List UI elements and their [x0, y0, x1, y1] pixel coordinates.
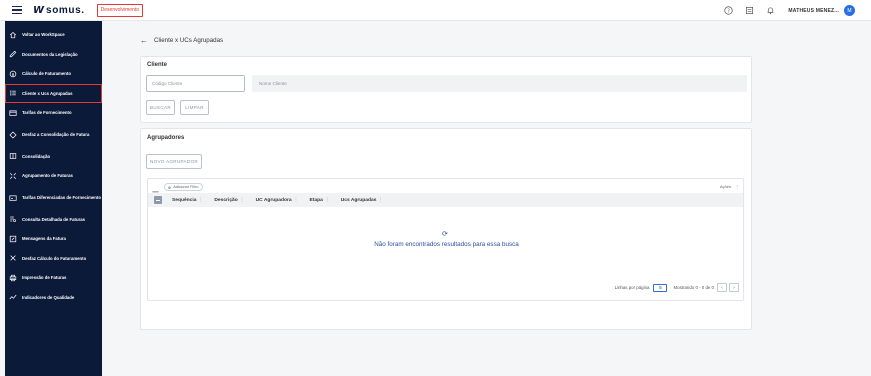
rows-per-page-label: Linhas por página — [614, 285, 650, 290]
sidebar-item-indicadores-qualidade[interactable]: Indicadores de Qualidade — [5, 288, 102, 308]
list-icon — [9, 89, 17, 97]
sidebar-item-consolidacao[interactable]: Consolidação — [5, 147, 102, 167]
sidebar-item-label: Impressão de Faturas — [22, 275, 67, 280]
top-bar: W somus. Desenvolvimento ? MATHEUS MENEZ… — [0, 0, 871, 21]
hamburger-menu-icon[interactable] — [12, 6, 22, 14]
rows-per-page-select[interactable]: 5 — [653, 283, 668, 292]
next-page-button[interactable]: › — [729, 283, 739, 292]
sidebar-item-voltar-workspace[interactable]: Voltar ao WorkSpace — [5, 25, 102, 45]
sidebar-item-label: Documentos da Legislação — [22, 51, 78, 57]
chevron-right-icon: › — [733, 284, 735, 291]
sidebar-item-documentos-legislacao[interactable]: Documentos da Legislação — [5, 45, 102, 65]
column-header-uc-agrupadora[interactable]: UC Agrupadora ⋮ — [256, 197, 299, 204]
sort-icon: ⋮ — [198, 198, 204, 203]
refresh-icon: ⟳ — [442, 231, 448, 238]
limpar-button[interactable]: LIMPAR — [180, 100, 209, 115]
book-icon — [9, 152, 17, 160]
chart-line-icon — [9, 293, 17, 301]
sidebar-item-cliente-ucs-agrupadas[interactable]: Cliente x Ucs Agrupadas — [5, 83, 102, 103]
page-title: Cliente x UCs Agrupadas — [154, 37, 224, 44]
sidebar-item-desfaz-consolidacao[interactable]: Desfaz a Consolidação de Fatura — [5, 123, 102, 147]
avatar[interactable]: M — [844, 5, 855, 16]
group-icon — [9, 172, 17, 180]
home-icon — [9, 31, 17, 39]
sidebar-item-label: Desfaz a Consolidação de Fatura — [22, 131, 90, 137]
nome-cliente-input[interactable]: Nome Cliente — [252, 75, 747, 92]
card-icon — [9, 109, 17, 117]
agrupadores-card-title: Agrupadores — [147, 135, 185, 141]
cancel-calc-icon — [9, 254, 17, 262]
sort-icon: ⋮ — [239, 198, 245, 203]
sidebar-item-calculo-faturamento[interactable]: $ Cálculo de Faturamento — [5, 64, 102, 84]
user-name[interactable]: MATHEUS MENEZ... — [788, 8, 839, 14]
logo: W somus. — [33, 5, 85, 16]
filter-icon[interactable] — [152, 184, 159, 197]
edit-document-icon — [9, 50, 17, 58]
acoes-label: Ações — [719, 184, 731, 189]
cliente-card: Cliente Código Cliente Nome Cliente BUSC… — [140, 56, 752, 123]
column-header-ucs-agrupadas[interactable]: Ucs Agrupadas ⋮ — [341, 197, 384, 204]
table-pagination: Linhas por página 5 Mostrando 0 - 0 de 0… — [615, 283, 739, 292]
sidebar-item-consulta-detalhada[interactable]: Consulta Detalhada de Faturas — [5, 210, 102, 230]
sidebar-item-desfaz-calculo[interactable]: Desfaz Cálculo do Faturamento — [5, 249, 102, 269]
sort-icon: ⋮ — [378, 198, 384, 203]
money-cycle-icon: $ — [9, 70, 17, 78]
message-edit-icon — [9, 235, 17, 243]
sidebar-item-label: Agrupamento de Faturas — [22, 173, 73, 178]
sidebar-item-label: Consolidação — [22, 153, 51, 159]
acoes-menu[interactable]: Ações ⋮ — [720, 184, 739, 189]
svg-text:?: ? — [727, 8, 730, 14]
sidebar-item-label: Mensagens da Fatura — [22, 236, 66, 241]
logo-mark-icon: W — [33, 4, 44, 16]
logo-text: somus. — [46, 4, 85, 16]
sidebar-item-tarifas-diferenciadas[interactable]: Tarifas Diferenciadas de Fornecimento — [5, 186, 102, 210]
sidebar-item-label: Indicadores de Qualidade — [22, 294, 75, 300]
novo-agrupador-button[interactable]: NOVO AGRUPADOR — [146, 154, 202, 169]
back-arrow-icon[interactable]: ← — [140, 36, 148, 45]
help-icon[interactable]: ? — [723, 6, 733, 16]
card-money-icon — [9, 194, 17, 202]
table-header: Sequência ⋮ Descrição ⋮ UC Agrupadora ⋮ Eta… — [148, 193, 743, 207]
svg-text:$: $ — [12, 72, 15, 76]
sidebar-item-label: Cálculo de Faturamento — [22, 71, 71, 76]
codigo-cliente-input[interactable]: Código Cliente — [146, 75, 245, 92]
sidebar-item-label: Tarifas Diferenciadas de Fornecimento — [22, 194, 101, 200]
empty-state-message: Não foram encontrados resultados para es… — [374, 241, 519, 248]
pagination-range: Mostrando 0 - 0 de 0 — [673, 285, 714, 290]
sidebar-item-label: Consulta Detalhada de Faturas — [22, 216, 86, 222]
sidebar-item-label: Cliente x Ucs Agrupadas — [22, 90, 73, 96]
column-header-descricao[interactable]: Descrição ⋮ — [214, 197, 245, 204]
agrupadores-card: Agrupadores NOVO AGRUPADOR ⊕ Adicionar F… — [140, 128, 752, 330]
sidebar-item-label: Voltar ao WorkSpace — [22, 32, 65, 37]
sort-icon: ⋮ — [293, 198, 299, 203]
add-circle-icon: ⊕ — [168, 185, 172, 190]
previous-page-button[interactable]: ‹ — [717, 283, 727, 292]
print-icon — [9, 274, 17, 282]
select-all-checkbox[interactable] — [154, 196, 162, 204]
cliente-card-title: Cliente — [147, 62, 168, 68]
agrupadores-table: ⊕ Adicionar Filtro Ações ⋮ Sequência ⋮ De… — [147, 178, 744, 301]
environment-badge: Desenvolvimento — [96, 3, 144, 17]
sidebar-item-mensagens-fatura[interactable]: Mensagens da Fatura — [5, 229, 102, 249]
sidebar-item-agrupamento-faturas[interactable]: Agrupamento de Faturas — [5, 166, 102, 186]
detail-list-icon — [9, 215, 17, 223]
buscar-button[interactable]: BUSCAR — [146, 100, 175, 115]
column-header-etapa[interactable]: Etapa ⋮ — [310, 197, 330, 204]
column-header-sequencia[interactable]: Sequência ⋮ — [172, 197, 204, 204]
kebab-menu-icon: ⋮ — [735, 184, 739, 189]
sidebar-item-tarifas-fornecimento[interactable]: Tarifas de Fornecimento — [5, 103, 102, 123]
sort-icon: ⋮ — [324, 198, 330, 203]
main-content: ← Cliente x UCs Agrupadas Cliente Código… — [102, 21, 871, 376]
page-header: ← Cliente x UCs Agrupadas — [140, 36, 223, 45]
add-filter-label: Adicionar Filtro — [173, 185, 199, 189]
sidebar: Voltar ao WorkSpace Documentos da Legisl… — [5, 21, 102, 376]
chevron-left-icon: ‹ — [721, 284, 723, 291]
sidebar-item-impressao-faturas[interactable]: Impressão de Faturas — [5, 268, 102, 288]
documents-icon[interactable] — [744, 6, 754, 16]
notification-bell-icon[interactable] — [765, 6, 775, 16]
add-filter-chip[interactable]: ⊕ Adicionar Filtro — [164, 183, 203, 191]
sidebar-item-label: Desfaz Cálculo do Faturamento — [22, 255, 87, 261]
undo-circle-icon — [9, 130, 17, 139]
sidebar-item-label: Tarifas de Fornecimento — [22, 110, 72, 115]
